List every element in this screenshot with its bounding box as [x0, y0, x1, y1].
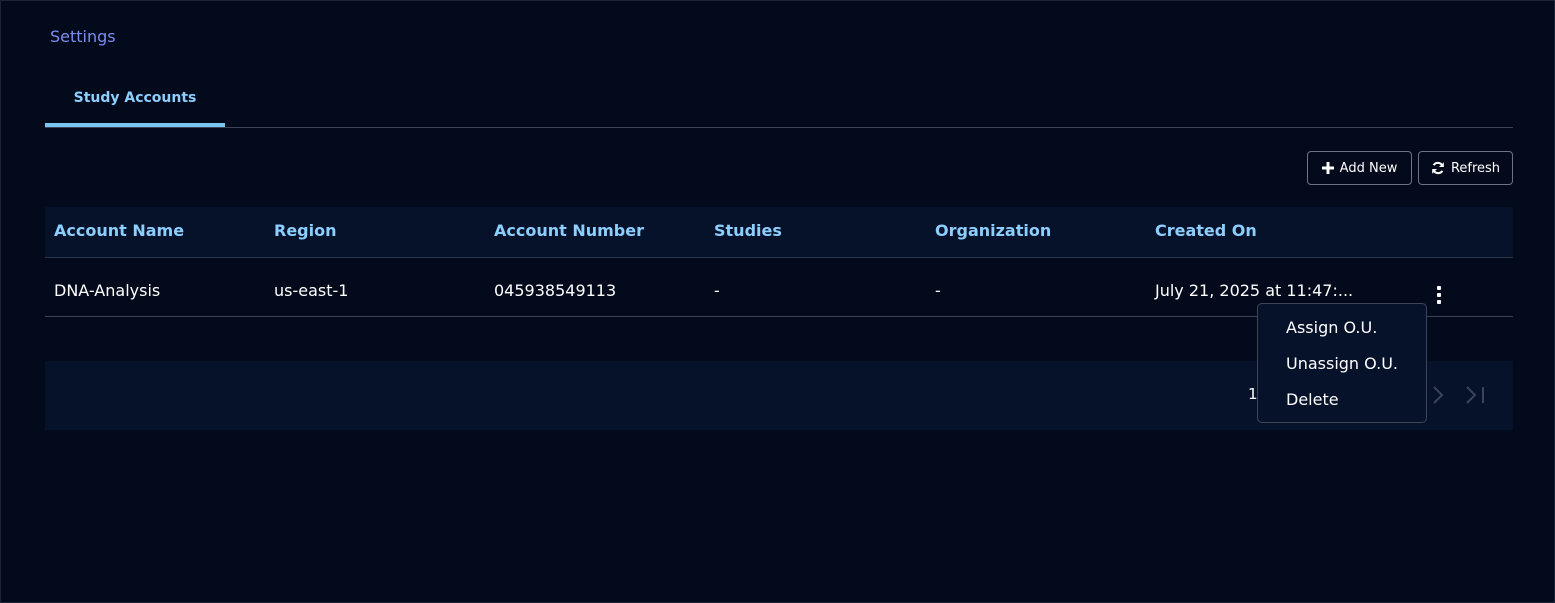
- refresh-icon: [1432, 161, 1444, 175]
- column-header-organization[interactable]: Organization: [935, 207, 1051, 255]
- column-header-account-name[interactable]: Account Name: [54, 207, 184, 255]
- column-header-created-on[interactable]: Created On: [1155, 207, 1257, 255]
- tab-study-accounts[interactable]: Study Accounts: [45, 76, 225, 127]
- cell-organization: -: [935, 281, 941, 300]
- tab-bar: Study Accounts: [45, 76, 1513, 128]
- refresh-label: Refresh: [1450, 160, 1501, 176]
- menu-item-assign-ou[interactable]: Assign O.U.: [1258, 311, 1426, 347]
- last-page-icon[interactable]: [1464, 385, 1488, 405]
- cell-account-name: DNA-Analysis: [54, 281, 161, 300]
- table-header: Account Name Region Account Number Studi…: [45, 207, 1513, 258]
- menu-item-unassign-ou[interactable]: Unassign O.U.: [1258, 347, 1426, 383]
- study-accounts-table: Account Name Region Account Number Studi…: [45, 207, 1513, 317]
- column-header-studies[interactable]: Studies: [714, 207, 782, 255]
- kebab-dot: [1437, 286, 1441, 290]
- cell-region: us-east-1: [274, 281, 349, 300]
- breadcrumb-settings[interactable]: Settings: [50, 27, 116, 46]
- column-header-account-number[interactable]: Account Number: [494, 207, 644, 255]
- kebab-dot: [1437, 293, 1441, 297]
- menu-item-delete[interactable]: Delete: [1258, 383, 1426, 419]
- cell-account-number: 045938549113: [494, 281, 617, 300]
- add-new-label: Add New: [1339, 160, 1398, 176]
- plus-icon: [1321, 162, 1334, 174]
- refresh-button[interactable]: Refresh: [1418, 151, 1513, 185]
- kebab-dot: [1437, 300, 1441, 304]
- next-page-icon[interactable]: [1431, 385, 1445, 405]
- cell-studies: -: [714, 281, 720, 300]
- add-new-button[interactable]: Add New: [1307, 151, 1412, 185]
- row-actions-menu: Assign O.U. Unassign O.U. Delete: [1257, 303, 1427, 423]
- column-header-region[interactable]: Region: [274, 207, 337, 255]
- row-actions-kebab-icon[interactable]: [1431, 286, 1447, 304]
